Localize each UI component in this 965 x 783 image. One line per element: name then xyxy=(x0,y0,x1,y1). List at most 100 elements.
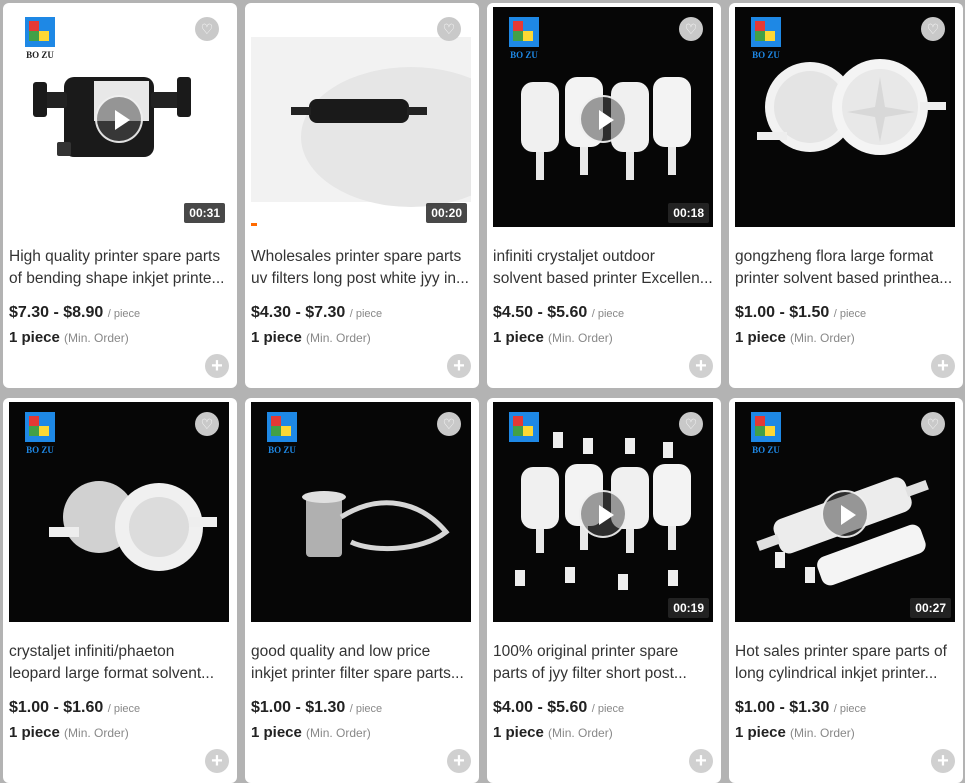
moq-note: (Min. Order) xyxy=(790,331,855,345)
product-title-line1: infiniti crystaljet outdoor xyxy=(493,248,655,265)
product-title-line1: gongzheng flora large format xyxy=(735,248,934,265)
plus-icon[interactable]: + xyxy=(689,354,713,378)
price-unit: / piece xyxy=(349,308,383,320)
play-icon[interactable] xyxy=(579,490,627,538)
heart-icon[interactable]: ♡ xyxy=(921,412,945,436)
product-price: $4.50 - $5.60 / piece xyxy=(493,304,624,322)
heart-icon[interactable]: ♡ xyxy=(921,17,945,41)
product-image[interactable]: BO ZU 00:31 ♡ xyxy=(9,7,229,227)
product-title[interactable]: gongzheng flora large format printer sol… xyxy=(735,246,955,290)
logo-text: BO ZU xyxy=(268,445,296,455)
product-image[interactable]: BO ZU ♡ xyxy=(9,402,229,622)
logo-text: BO ZU xyxy=(752,50,780,60)
video-duration: 00:18 xyxy=(668,203,709,223)
video-duration: 00:31 xyxy=(184,203,225,223)
product-image[interactable]: BO ZU 00:18 ♡ xyxy=(493,7,713,227)
heart-icon[interactable]: ♡ xyxy=(437,17,461,41)
bozu-logo: BO ZU xyxy=(25,412,55,455)
product-title-line2: parts of jyy filter short post... xyxy=(493,665,687,682)
price-unit: / piece xyxy=(107,703,141,715)
product-title[interactable]: High quality printer spare parts of bend… xyxy=(9,246,229,290)
heart-icon[interactable]: ♡ xyxy=(195,412,219,436)
product-illustration xyxy=(251,37,471,207)
product-title-line2: long cylindrical inkjet printer... xyxy=(735,665,938,682)
logo-text: BO ZU xyxy=(510,50,538,60)
product-card[interactable]: 00:20 ♡ Wholesales printer spare parts u… xyxy=(245,3,479,388)
product-price: $1.00 - $1.60 / piece xyxy=(9,699,140,717)
price-range: $1.00 - $1.60 xyxy=(9,699,104,716)
product-title[interactable]: infiniti crystaljet outdoor solvent base… xyxy=(493,246,713,290)
plus-icon[interactable]: + xyxy=(689,749,713,773)
moq-note: (Min. Order) xyxy=(64,331,129,345)
product-image[interactable]: 00:20 ♡ xyxy=(251,7,471,227)
min-order: 1 piece (Min. Order) xyxy=(9,329,129,346)
plus-icon[interactable]: + xyxy=(931,749,955,773)
heart-icon[interactable]: ♡ xyxy=(679,412,703,436)
product-title-line1: High quality printer spare parts xyxy=(9,248,221,265)
min-order: 1 piece (Min. Order) xyxy=(251,329,371,346)
product-title-line1: good quality and low price xyxy=(251,643,431,660)
bozu-logo: BO ZU xyxy=(751,17,781,60)
product-title-line2: uv filters long post white jyy in... xyxy=(251,270,469,287)
product-title[interactable]: crystaljet infiniti/phaeton leopard larg… xyxy=(9,641,229,685)
price-range: $4.00 - $5.60 xyxy=(493,699,588,716)
plus-icon[interactable]: + xyxy=(205,749,229,773)
price-range: $4.50 - $5.60 xyxy=(493,304,588,321)
play-icon[interactable] xyxy=(579,95,627,143)
product-title-line2: solvent based printer Excellen... xyxy=(493,270,713,287)
product-card[interactable]: BO ZU ♡ good quality and low price inkje… xyxy=(245,398,479,783)
play-icon[interactable] xyxy=(821,490,869,538)
product-title-line2: leopard large format solvent... xyxy=(9,665,215,682)
logo-text: BO ZU xyxy=(752,445,780,455)
product-title[interactable]: Wholesales printer spare parts uv filter… xyxy=(251,246,471,290)
price-unit: / piece xyxy=(591,308,625,320)
heart-icon[interactable]: ♡ xyxy=(195,17,219,41)
heart-icon[interactable]: ♡ xyxy=(437,412,461,436)
product-image[interactable]: 00:19 ♡ xyxy=(493,402,713,622)
price-range: $1.00 - $1.50 xyxy=(735,304,830,321)
price-unit: / piece xyxy=(349,703,383,715)
product-card[interactable]: BO ZU 00:31 ♡ High quality printer spare… xyxy=(3,3,237,388)
plus-icon[interactable]: + xyxy=(447,354,471,378)
heart-icon[interactable]: ♡ xyxy=(679,17,703,41)
logo-text: BO ZU xyxy=(26,445,54,455)
min-order: 1 piece (Min. Order) xyxy=(493,329,613,346)
moq-note: (Min. Order) xyxy=(306,726,371,740)
price-unit: / piece xyxy=(107,308,141,320)
product-title-line2: printer solvent based printhea... xyxy=(735,270,953,287)
video-duration: 00:27 xyxy=(910,598,951,618)
min-order: 1 piece (Min. Order) xyxy=(251,724,371,741)
min-order: 1 piece (Min. Order) xyxy=(735,329,855,346)
moq-note: (Min. Order) xyxy=(306,331,371,345)
product-image[interactable]: BO ZU ♡ xyxy=(251,402,471,622)
product-price: $4.30 - $7.30 / piece xyxy=(251,304,382,322)
product-card[interactable]: 00:19 ♡ 100% original printer spare part… xyxy=(487,398,721,783)
min-order: 1 piece (Min. Order) xyxy=(9,724,129,741)
product-card[interactable]: BO ZU 00:18 ♡ infiniti crystaljet outdoo… xyxy=(487,3,721,388)
moq-value: 1 piece xyxy=(9,724,60,741)
product-card[interactable]: BO ZU ♡ gongzheng flora large format pri… xyxy=(729,3,963,388)
price-range: $7.30 - $8.90 xyxy=(9,304,104,321)
plus-icon[interactable]: + xyxy=(205,354,229,378)
bozu-logo xyxy=(509,412,539,442)
product-price: $1.00 - $1.30 / piece xyxy=(735,699,866,717)
product-image[interactable]: BO ZU 00:27 ♡ xyxy=(735,402,955,622)
product-title[interactable]: good quality and low price inkjet printe… xyxy=(251,641,471,685)
logo-text: BO ZU xyxy=(26,50,54,60)
moq-value: 1 piece xyxy=(251,724,302,741)
moq-note: (Min. Order) xyxy=(790,726,855,740)
product-card[interactable]: BO ZU ♡ crystaljet infiniti/phaeton leop… xyxy=(3,398,237,783)
plus-icon[interactable]: + xyxy=(447,749,471,773)
product-card[interactable]: BO ZU 00:27 ♡ Hot sales printer spare pa… xyxy=(729,398,963,783)
moq-value: 1 piece xyxy=(735,329,786,346)
product-price: $1.00 - $1.30 / piece xyxy=(251,699,382,717)
product-price: $1.00 - $1.50 / piece xyxy=(735,304,866,322)
product-title[interactable]: 100% original printer spare parts of jyy… xyxy=(493,641,713,685)
product-image[interactable]: BO ZU ♡ xyxy=(735,7,955,227)
plus-icon[interactable]: + xyxy=(931,354,955,378)
moq-value: 1 piece xyxy=(493,329,544,346)
product-title-line2: inkjet printer filter spare parts... xyxy=(251,665,464,682)
orange-indicator xyxy=(251,223,257,226)
play-icon[interactable] xyxy=(95,95,143,143)
product-title[interactable]: Hot sales printer spare parts of long cy… xyxy=(735,641,955,685)
